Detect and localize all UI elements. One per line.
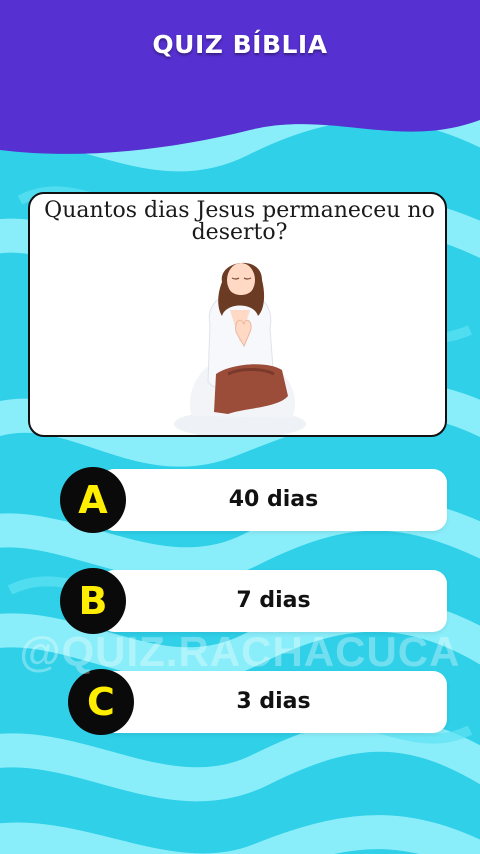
quiz-title: QUIZ BÍBLIA — [152, 30, 328, 59]
watermark-text: @QUIZ.RACHACUCA — [19, 628, 461, 675]
answer-option-a[interactable]: 40 dias A — [60, 467, 448, 533]
answer-text: 40 dias — [228, 487, 319, 512]
answer-letter-badge: A — [60, 467, 126, 533]
answer-option-c[interactable]: 3 dias C — [60, 669, 448, 735]
answer-letter-badge: B — [60, 568, 126, 634]
praying-jesus-illustration — [174, 262, 306, 435]
answer-text: 3 dias — [236, 689, 311, 714]
answer-letter-badge: C — [68, 669, 134, 735]
question-text: Quantos dias Jesus permaneceu no deserto… — [44, 198, 435, 245]
question-card: Quantos dias Jesus permaneceu no deserto… — [28, 192, 447, 437]
answer-text: 7 dias — [236, 588, 311, 613]
answer-option-b[interactable]: 7 dias B — [60, 568, 448, 634]
